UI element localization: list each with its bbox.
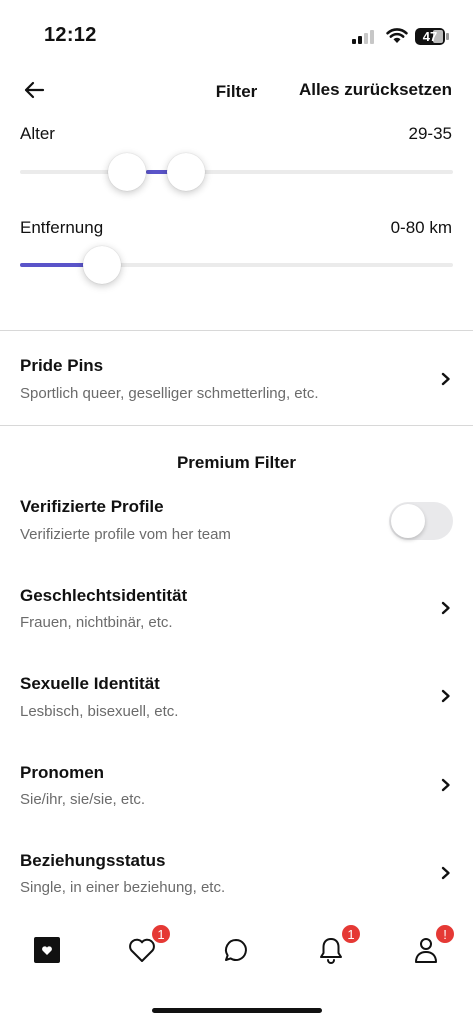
pronouns-subtitle: Sie/ihr, sie/sie, etc. — [20, 791, 146, 808]
likes-badge: 1 — [150, 923, 172, 945]
age-value: 29-35 — [408, 124, 452, 143]
distance-value: 0-80 km — [390, 218, 452, 237]
chevron-right-icon[interactable] — [441, 866, 451, 880]
cellular-signal-icon — [352, 30, 378, 44]
gender-identity-title: Geschlechtsidentität — [20, 586, 188, 605]
divider — [0, 425, 473, 426]
age-label: Alter — [20, 124, 55, 143]
tab-chat[interactable] — [216, 930, 256, 970]
chevron-right-icon[interactable] — [441, 689, 451, 703]
pride-pins-subtitle: Sportlich queer, geselliger schmetterlin… — [20, 385, 319, 402]
verified-profiles-title: Verifizierte Profile — [20, 497, 164, 516]
distance-label: Entfernung — [20, 218, 104, 237]
age-slider-track[interactable] — [20, 170, 453, 174]
chevron-right-icon[interactable] — [441, 601, 451, 615]
sexual-identity-title: Sexuelle Identität — [20, 674, 160, 693]
pride-pins-title: Pride Pins — [20, 356, 104, 375]
age-min-thumb[interactable] — [108, 153, 146, 191]
chevron-right-icon[interactable] — [441, 372, 451, 386]
wifi-icon — [386, 28, 408, 43]
profile-alert-badge: ! — [434, 923, 456, 945]
battery-icon: 47 — [415, 28, 449, 45]
pronouns-title: Pronomen — [20, 763, 105, 782]
age-max-thumb[interactable] — [167, 153, 205, 191]
reset-all-button[interactable]: Alles zurücksetzen — [299, 80, 452, 100]
battery-level: 47 — [422, 29, 438, 44]
notifications-badge: 1 — [340, 923, 362, 945]
home-indicator — [152, 1008, 322, 1013]
sexual-identity-subtitle: Lesbisch, bisexuell, etc. — [20, 703, 179, 720]
gender-identity-subtitle: Frauen, nichtbinär, etc. — [20, 614, 173, 631]
distance-thumb[interactable] — [83, 246, 121, 284]
verified-profiles-toggle[interactable] — [389, 502, 453, 540]
premium-filter-heading: Premium Filter — [176, 453, 297, 472]
divider — [0, 330, 473, 331]
chevron-right-icon[interactable] — [441, 778, 451, 792]
verified-profiles-subtitle: Verifizierte profile vom her team — [20, 526, 231, 543]
relationship-status-subtitle: Single, in einer beziehung, etc. — [20, 879, 226, 896]
relationship-status-title: Beziehungsstatus — [20, 851, 166, 870]
toggle-knob — [391, 504, 425, 538]
pride-pins-row[interactable] — [0, 340, 473, 420]
chat-bubble-icon — [225, 939, 247, 961]
status-time: 12:12 — [44, 24, 97, 46]
tab-home[interactable] — [27, 930, 67, 970]
home-heart-icon — [34, 937, 60, 963]
